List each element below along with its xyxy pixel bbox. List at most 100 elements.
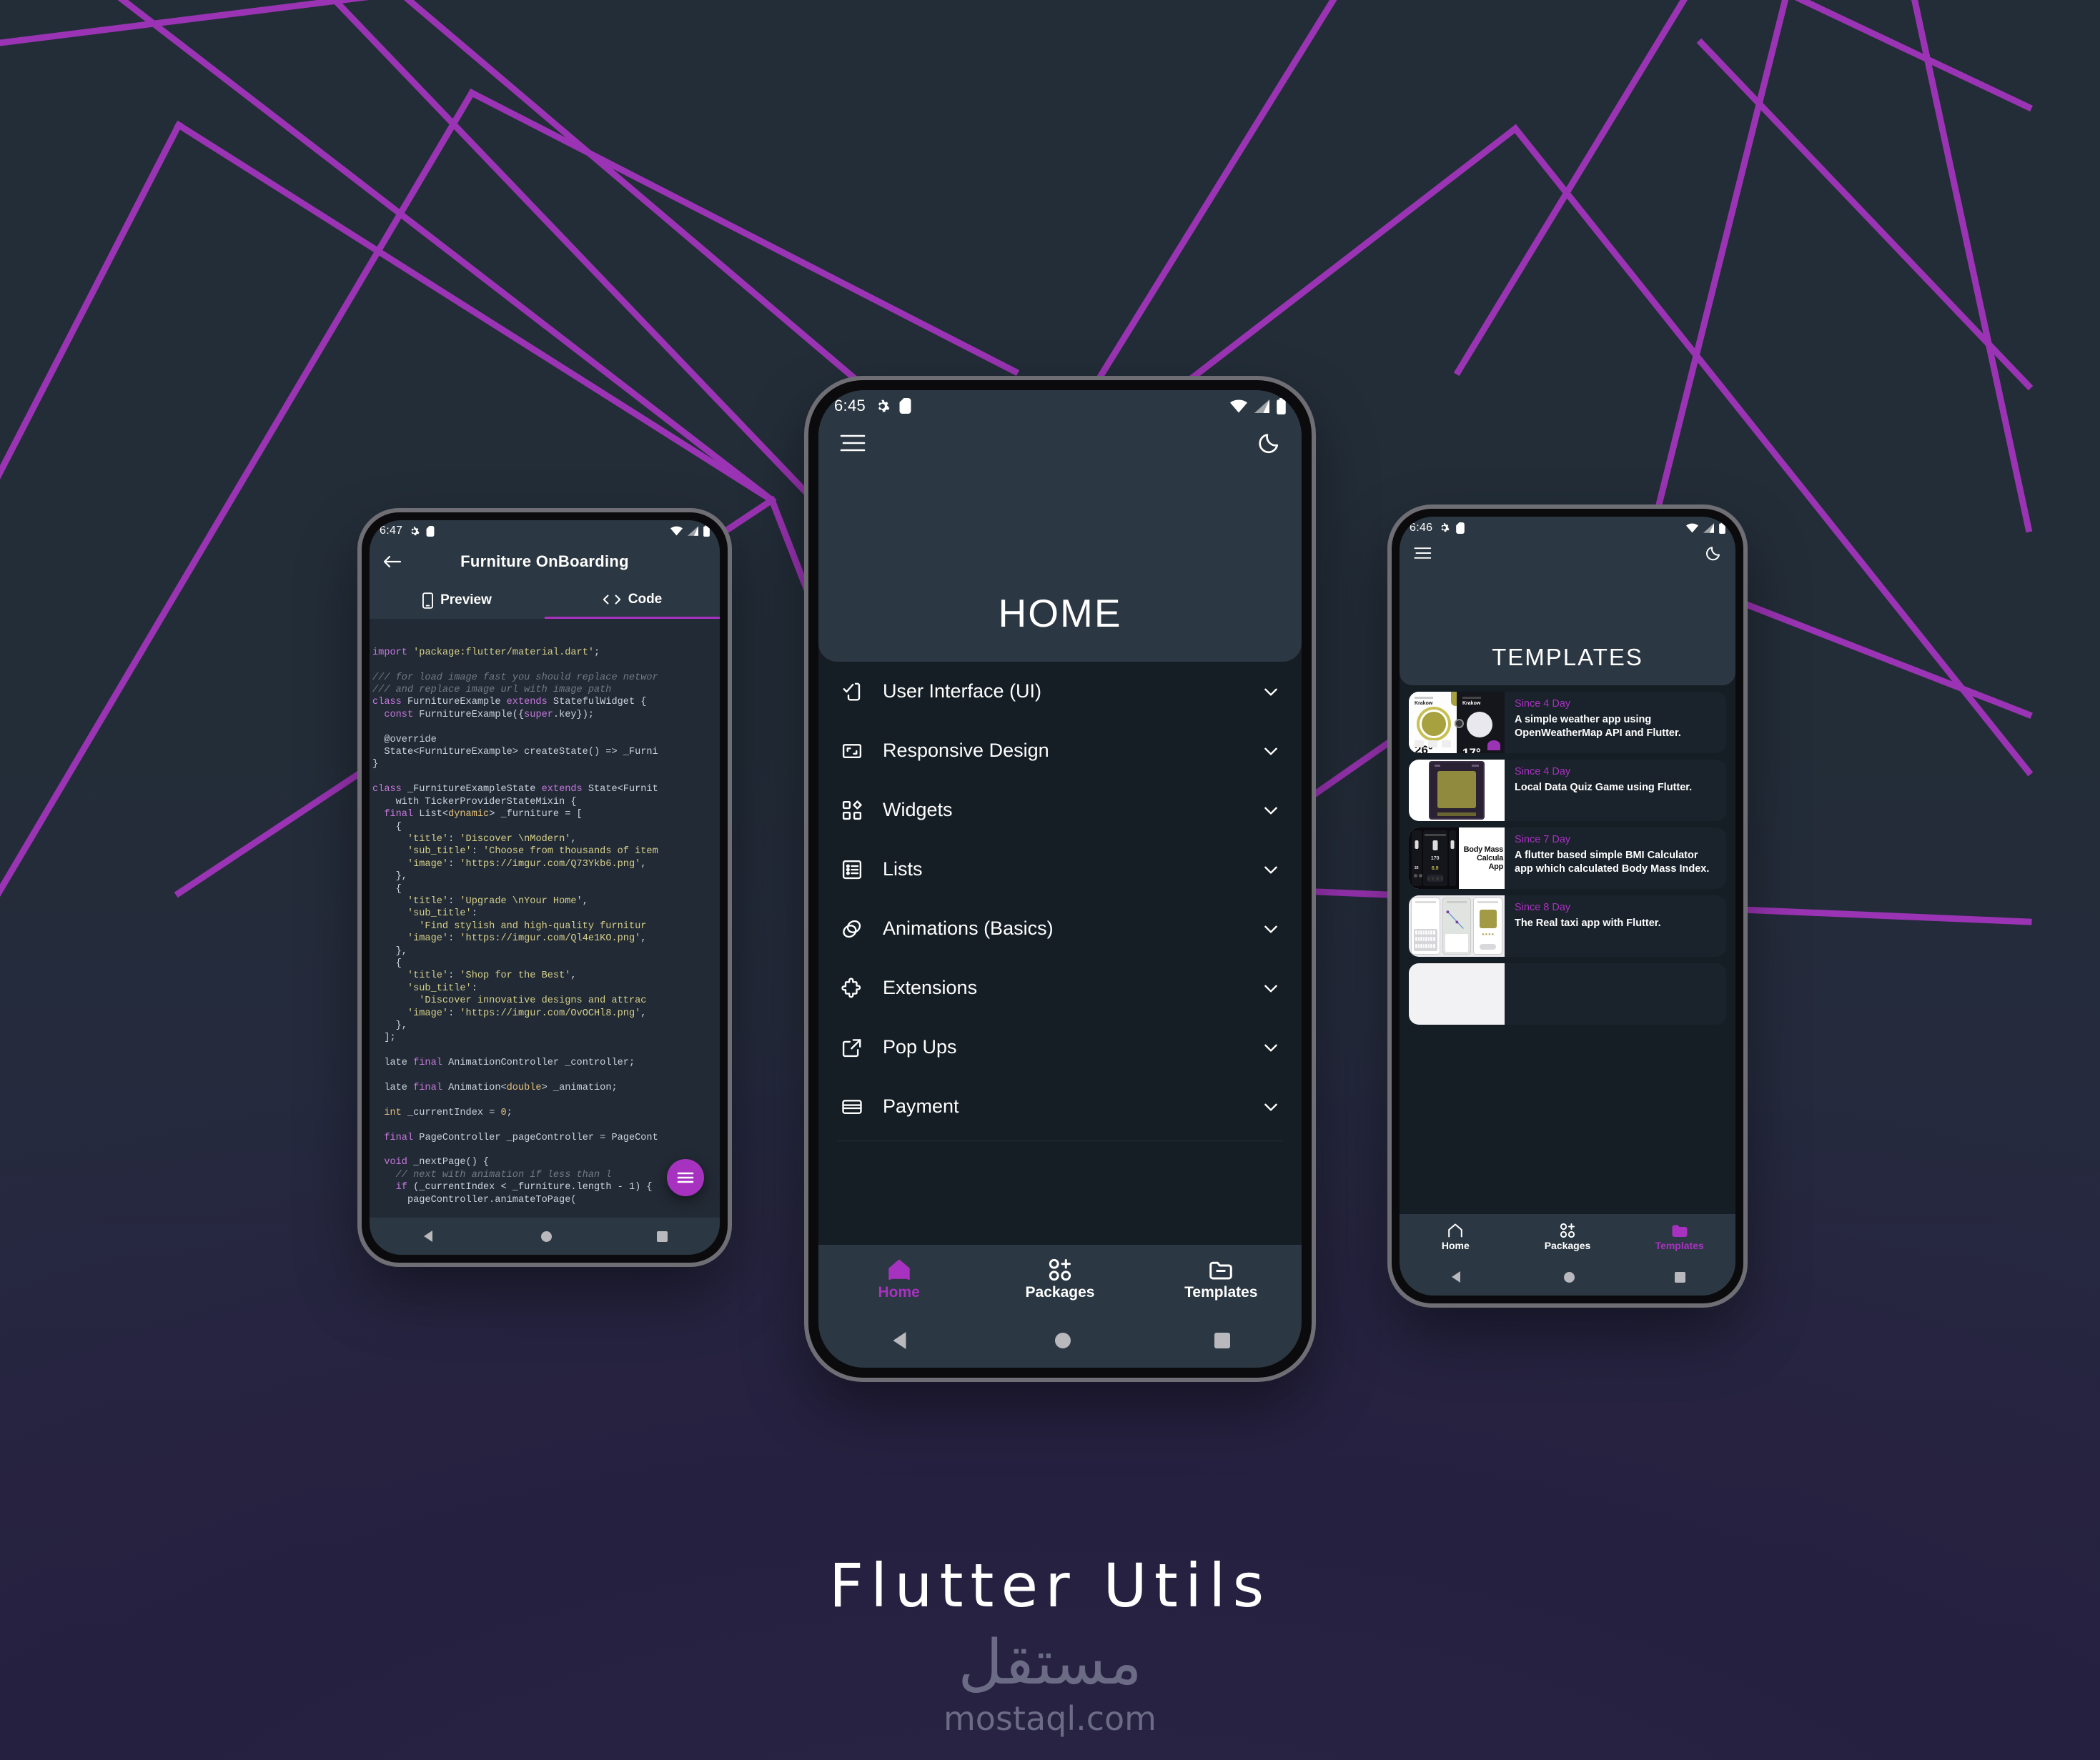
bottom-nav-templates[interactable]: Templates — [1623, 1214, 1735, 1258]
right-status-bar: 6:46 — [1400, 517, 1735, 539]
menu-item-extensions[interactable]: Extensions — [818, 958, 1302, 1018]
menu-item-label: User Interface (UI) — [883, 680, 1042, 702]
menu-item-label: Pop Ups — [883, 1036, 957, 1058]
menu-item-pop-ups[interactable]: Pop Ups — [818, 1018, 1302, 1077]
chevron-down-icon[interactable] — [1262, 1098, 1280, 1116]
menu-item-animations-basics[interactable]: Animations (Basics) — [818, 899, 1302, 958]
code-line: 'title': 'Discover \nModern', — [407, 833, 577, 845]
code-line: late final AnimationController _controll… — [372, 1058, 635, 1069]
template-card[interactable]: Since 4 Day Local Data Quiz Game using Fl… — [1409, 760, 1726, 821]
code-line: 'sub_title': — [407, 908, 477, 920]
chevron-down-icon[interactable] — [1262, 860, 1280, 879]
system-recents-button[interactable] — [1214, 1333, 1230, 1348]
menu-item-label: Animations (Basics) — [883, 918, 1054, 939]
menu-item-payment[interactable]: Payment — [818, 1077, 1302, 1136]
left-screen: 6:47 Furniture OnBoarding Preview Code i… — [370, 520, 720, 1255]
mostaql-arabic-logo: مستقل — [958, 1627, 1142, 1699]
hamburger-icon[interactable] — [840, 432, 867, 454]
system-home-button[interactable] — [1564, 1271, 1575, 1283]
signal-icon — [1703, 522, 1714, 533]
phone-right-templates: 6:46 TEMPLATES Krakow 26° Krakow 17° Sin… — [1392, 509, 1743, 1303]
menu-item-user-interface-ui[interactable]: User Interface (UI) — [818, 662, 1302, 721]
menu-item-responsive-design[interactable]: Responsive Design — [818, 721, 1302, 780]
bottom-nav-label: Packages — [1544, 1239, 1591, 1251]
code-line: const FurnitureExample({super.key}); — [384, 709, 595, 720]
menu-item-widgets[interactable]: Widgets — [818, 780, 1302, 840]
chevron-down-icon[interactable] — [1262, 682, 1280, 701]
puzzle-piece-icon — [840, 977, 864, 999]
template-description: Local Data Quiz Game using Flutter. — [1515, 782, 1693, 793]
code-line: 'image': 'https://imgur.com/OvOCHl8.png'… — [407, 1008, 647, 1019]
bottom-nav-label: Home — [878, 1284, 920, 1301]
code-line: { — [372, 821, 402, 832]
bottom-nav-templates[interactable]: Templates — [1141, 1245, 1302, 1313]
left-app-bar: Furniture OnBoarding — [370, 542, 720, 582]
next-template-thumb — [1409, 963, 1505, 1025]
brand-title: Flutter Utils — [828, 1551, 1272, 1621]
tab-preview[interactable]: Preview — [370, 582, 545, 619]
left-status-bar: 6:47 — [370, 520, 720, 542]
code-line: 'image': 'https://imgur.com/Ql4e1KO.png'… — [407, 933, 647, 945]
code-line: 'Find stylish and high-quality furnitur — [419, 920, 647, 932]
right-screen: 6:46 TEMPLATES Krakow 26° Krakow 17° Sin… — [1400, 517, 1735, 1296]
code-line: import 'package:flutter/material.dart'; — [372, 647, 600, 658]
code-line: final PageController _pageController = P… — [384, 1132, 658, 1143]
chevron-down-icon[interactable] — [1262, 920, 1280, 938]
bmi-calculator-thumb: 25 170 6.9 Body Mass Calcula App — [1409, 827, 1505, 889]
system-home-button[interactable] — [1054, 1333, 1071, 1348]
code-line: }, — [372, 871, 407, 883]
system-home-button[interactable] — [540, 1230, 552, 1242]
system-back-button[interactable] — [890, 1330, 911, 1351]
fab-menu-button[interactable] — [667, 1159, 704, 1196]
bottom-nav-label: Templates — [1655, 1239, 1704, 1251]
template-card[interactable]: ★★★★ Since 8 Day The Real taxi app with F… — [1409, 895, 1726, 957]
moon-icon[interactable] — [1704, 545, 1721, 562]
template-card[interactable] — [1409, 963, 1726, 1025]
system-back-button[interactable] — [422, 1229, 436, 1243]
bottom-nav-home[interactable]: Home — [1400, 1214, 1512, 1258]
menu-item-label: Responsive Design — [883, 740, 1049, 761]
bottom-nav-packages[interactable]: Packages — [979, 1245, 1140, 1313]
template-card[interactable]: 25 170 6.9 Body Mass Calcula App Since 7… — [1409, 827, 1726, 889]
chevron-down-icon[interactable] — [1262, 979, 1280, 998]
system-recents-button[interactable] — [1675, 1271, 1685, 1283]
sd-card-icon — [426, 525, 435, 537]
signal-icon — [1254, 399, 1269, 413]
sd-card-icon — [1456, 522, 1465, 534]
header-top-row — [1414, 545, 1721, 562]
chevron-down-icon[interactable] — [1262, 742, 1280, 760]
code-editor[interactable]: import 'package:flutter/material.dart'; … — [370, 619, 720, 1218]
battery-icon — [703, 525, 710, 537]
template-card[interactable]: Krakow 26° Krakow 17° Since 4 Day A simpl… — [1409, 692, 1726, 753]
gear-icon — [878, 399, 890, 412]
bottom-nav-home[interactable]: Home — [818, 1245, 979, 1313]
chevron-down-icon[interactable] — [1262, 1038, 1280, 1057]
gear-icon — [1441, 523, 1450, 532]
ui-phone-check-icon — [840, 681, 864, 702]
menu-item-lists[interactable]: Lists — [818, 840, 1302, 899]
chevron-down-icon[interactable] — [1262, 801, 1280, 820]
hamburger-icon[interactable] — [1414, 545, 1432, 561]
moon-icon[interactable] — [1256, 432, 1280, 456]
bottom-nav-packages[interactable]: Packages — [1512, 1214, 1624, 1258]
wifi-icon — [1686, 523, 1698, 532]
template-list[interactable]: Krakow 26° Krakow 17° Since 4 Day A simpl… — [1400, 685, 1735, 1214]
code-line: 'image': 'https://imgur.com/Q73Ykb6.png'… — [407, 858, 647, 870]
system-back-button[interactable] — [1450, 1270, 1464, 1284]
bottom-nav-label: Templates — [1184, 1284, 1258, 1301]
home-icon — [1447, 1222, 1464, 1239]
system-recents-button[interactable] — [656, 1230, 668, 1242]
code-line: class FurnitureExample extends StatefulW… — [372, 697, 647, 708]
template-since-badge: Since 8 Day — [1515, 902, 1571, 913]
code-brackets-icon — [603, 593, 621, 606]
center-screen: 6:45 HOME User Interface (UI) Responsive… — [818, 390, 1302, 1368]
folder-icon — [1208, 1257, 1234, 1283]
folder-icon — [1671, 1222, 1688, 1239]
template-description: The Real taxi app with Flutter. — [1515, 918, 1661, 929]
code-line: /// and replace image url with image pat… — [372, 685, 612, 696]
tab-code[interactable]: Code — [545, 582, 720, 619]
code-line: final List<dynamic> _furniture = [ — [384, 809, 583, 820]
weather-app-thumb: Krakow 26° Krakow 17° — [1409, 692, 1505, 753]
